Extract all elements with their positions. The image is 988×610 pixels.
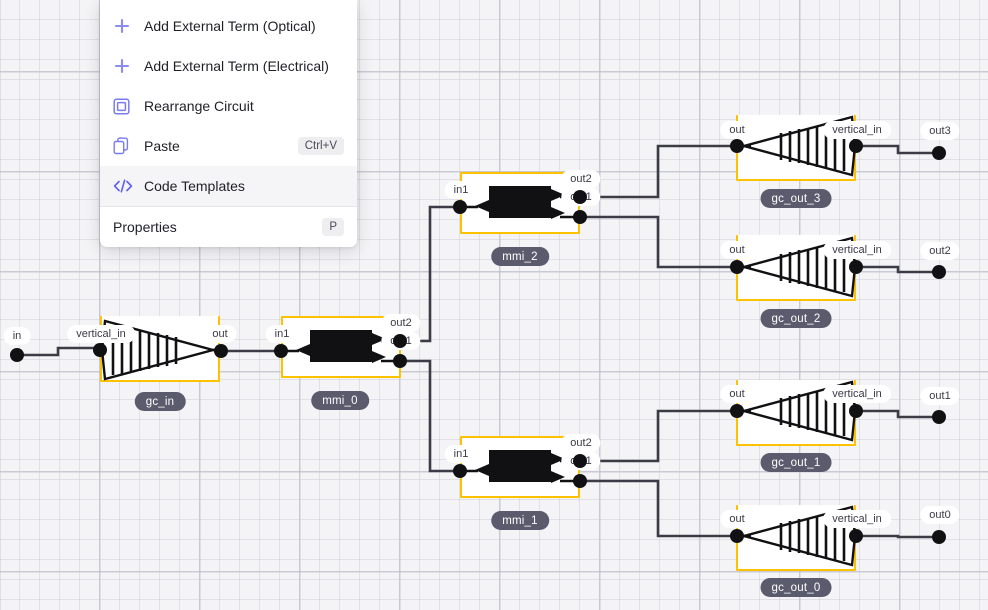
menu-item-properties[interactable]: Properties P xyxy=(100,207,357,247)
wire-mmi2out2-to-gcout3 xyxy=(578,144,739,199)
menu-item-label: Properties xyxy=(113,219,177,235)
port-gc-out-3-vertical-in[interactable] xyxy=(849,139,863,153)
menu-item-label: Add External Term (Electrical) xyxy=(144,58,329,74)
port-mmi-1-out1[interactable] xyxy=(573,474,587,488)
port-external-out2[interactable] xyxy=(932,265,946,279)
port-gc-in-vertical-in[interactable] xyxy=(93,343,107,357)
code-icon xyxy=(113,178,139,194)
component-label-gc-in[interactable]: gc_in xyxy=(134,392,186,411)
menu-item-add-external-term-electrical[interactable]: Add External Term (Electrical) xyxy=(100,46,357,86)
menu-item-paste[interactable]: Paste Ctrl+V xyxy=(100,126,357,166)
component-label-gc-out-1[interactable]: gc_out_1 xyxy=(760,453,832,472)
port-gc-out-0-vertical-in[interactable] xyxy=(849,529,863,543)
port-mmi-2-out2[interactable] xyxy=(573,190,587,204)
context-menu[interactable]: Add External Term (Optical) Add External… xyxy=(100,0,357,247)
plus-icon xyxy=(113,57,139,75)
port-gc-out-0-out[interactable] xyxy=(730,529,744,543)
menu-item-label: Code Templates xyxy=(144,178,245,194)
menu-item-label: Rearrange Circuit xyxy=(144,98,254,114)
port-mmi-1-out2[interactable] xyxy=(573,454,587,468)
port-mmi-1-in1[interactable] xyxy=(453,464,467,478)
port-label-mmi-1-in1: in1 xyxy=(444,445,478,463)
port-label-gc-in-vertical-in: vertical_in xyxy=(67,325,135,343)
menu-shortcut-properties: P xyxy=(322,218,344,236)
plus-icon xyxy=(113,17,139,35)
port-label-in: in xyxy=(3,327,31,345)
wire-gcout1-to-out1 xyxy=(854,409,941,419)
port-mmi-0-in1[interactable] xyxy=(274,344,288,358)
port-gc-out-1-out[interactable] xyxy=(730,404,744,418)
wire-mmi2out1-to-gcout2 xyxy=(578,215,739,269)
circuit-canvas[interactable]: vertical_in out gc_in in1 out1 out2 mmi_… xyxy=(0,0,988,610)
port-mmi-0-out1[interactable] xyxy=(393,354,407,368)
port-gc-in-out[interactable] xyxy=(214,344,228,358)
port-label-mmi-2-in1: in1 xyxy=(444,181,478,199)
menu-item-label: Add External Term (Optical) xyxy=(144,18,316,34)
port-label-gc-out-0-vertical-in: vertical_in xyxy=(823,510,891,528)
port-label-gc-out-2-out: out xyxy=(720,241,754,259)
port-label-mmi-0-out2: out2 xyxy=(381,314,421,332)
menu-item-label: Paste xyxy=(144,138,180,154)
component-label-mmi-1[interactable]: mmi_1 xyxy=(491,511,549,530)
port-mmi-0-out2[interactable] xyxy=(393,334,407,348)
wire-gcout2-to-out2 xyxy=(854,265,941,274)
port-label-out3: out3 xyxy=(920,122,960,140)
wire-in-to-gcin xyxy=(15,346,102,357)
port-label-gc-out-1-out: out xyxy=(720,385,754,403)
port-external-out1[interactable] xyxy=(932,410,946,424)
port-gc-out-1-vertical-in[interactable] xyxy=(849,404,863,418)
wire-mmi1out2-to-gcout1 xyxy=(578,409,739,463)
wire-gcout3-to-out3 xyxy=(854,144,941,155)
port-gc-out-2-out[interactable] xyxy=(730,260,744,274)
port-label-gc-out-3-out: out xyxy=(720,121,754,139)
port-label-gc-out-3-vertical-in: vertical_in xyxy=(823,121,891,139)
menu-item-code-templates[interactable]: Code Templates xyxy=(100,166,357,206)
port-external-out0[interactable] xyxy=(932,530,946,544)
port-label-gc-out-1-vertical-in: vertical_in xyxy=(823,385,891,403)
port-label-mmi-2-out2: out2 xyxy=(561,170,601,188)
port-label-mmi-0-in1: in1 xyxy=(265,325,299,343)
port-label-out1: out1 xyxy=(920,387,960,405)
menu-item-add-external-term-optical[interactable]: Add External Term (Optical) xyxy=(100,6,357,46)
menu-item-rearrange-circuit[interactable]: Rearrange Circuit xyxy=(100,86,357,126)
clipboard-icon xyxy=(113,137,139,155)
port-label-mmi-1-out2: out2 xyxy=(561,434,601,452)
port-label-out2: out2 xyxy=(920,242,960,260)
menu-shortcut-paste: Ctrl+V xyxy=(297,137,344,155)
component-label-gc-out-2[interactable]: gc_out_2 xyxy=(760,309,832,328)
wire-mmi1out1-to-gcout0 xyxy=(578,479,739,538)
port-gc-out-3-out[interactable] xyxy=(730,139,744,153)
port-external-out3[interactable] xyxy=(932,146,946,160)
port-external-in[interactable] xyxy=(10,348,24,362)
port-mmi-2-out1[interactable] xyxy=(573,210,587,224)
component-label-mmi-0[interactable]: mmi_0 xyxy=(311,391,369,410)
wire-gcout0-to-out0 xyxy=(854,534,941,539)
port-label-gc-in-out: out xyxy=(203,325,237,343)
port-gc-out-2-vertical-in[interactable] xyxy=(849,260,863,274)
port-label-out0: out0 xyxy=(920,506,960,524)
component-label-gc-out-3[interactable]: gc_out_3 xyxy=(760,189,832,208)
component-label-gc-out-0[interactable]: gc_out_0 xyxy=(760,578,832,597)
port-label-gc-out-2-vertical-in: vertical_in xyxy=(823,241,891,259)
chip-icon xyxy=(113,97,139,115)
port-label-gc-out-0-out: out xyxy=(720,510,754,528)
component-label-mmi-2[interactable]: mmi_2 xyxy=(491,247,549,266)
port-mmi-2-in1[interactable] xyxy=(453,200,467,214)
